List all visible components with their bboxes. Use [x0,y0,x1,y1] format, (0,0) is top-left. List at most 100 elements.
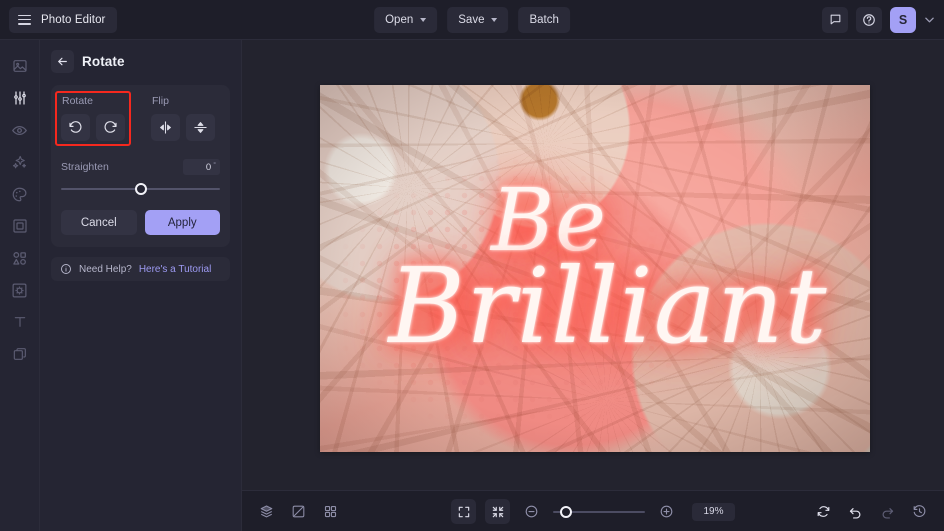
flip-group-label: Flip [152,95,169,107]
straighten-row: Straighten 0 ° [61,159,220,175]
rotate-left-button[interactable] [61,114,90,141]
reset-icon [817,505,830,517]
undo-icon [849,507,861,519]
rotate-right-button[interactable] [96,114,125,141]
rotate-counterclockwise-icon [69,121,82,133]
actual-size-button[interactable] [485,499,510,524]
undo-button[interactable] [843,499,868,524]
plus-circle-icon [660,505,673,518]
zoom-level-field[interactable]: 19% [692,502,735,521]
sidebar-item-layers[interactable] [0,338,40,370]
arrow-left-icon [58,57,67,66]
photo-vignette [320,85,870,452]
tutorial-text: Need Help? [79,263,132,275]
bottombar-right [811,499,932,524]
sidebar-item-overlay[interactable] [0,274,40,306]
batch-button-label: Batch [529,14,559,26]
chat-bubble-icon [830,14,840,25]
info-circle-icon [61,264,71,274]
flip-vertical-button[interactable] [186,114,215,141]
straighten-value: 0 [205,161,212,173]
image-icon [12,60,27,72]
compare-button[interactable] [286,499,311,524]
open-button[interactable]: Open [374,7,438,33]
history-icon [913,504,926,517]
question-circle-icon [863,13,875,26]
fit-screen-button[interactable] [451,499,476,524]
zoom-slider-knob[interactable] [560,505,573,518]
sidebar-item-text[interactable] [0,306,40,338]
topbar-left: Photo Editor [0,6,117,33]
save-button-label: Save [458,14,485,26]
rotate-card: Rotate Flip Straighten 0 ° Cancel Apply [51,85,230,247]
tutorial-banner[interactable]: Need Help? Here's a Tutorial [51,257,230,281]
compare-icon [292,505,305,517]
sidebar-item-shapes[interactable] [0,242,40,274]
grid-button[interactable] [318,499,343,524]
flip-buttons [151,114,215,141]
photo-editor-app: Photo Editor Open Save Batch S Rotate Ro… [0,0,944,531]
sparkles-icon [12,155,27,168]
rotate-group: Rotate [55,91,131,146]
redo-icon [882,507,894,519]
reset-button[interactable] [811,499,836,524]
straighten-value-field[interactable]: 0 ° [183,159,220,175]
back-button[interactable] [51,50,74,73]
sidebar-item-effects[interactable] [0,146,40,178]
frame-icon [12,219,27,233]
bottombar-center: 19% [451,491,735,531]
sidebar-item-frames[interactable] [0,210,40,242]
palette-icon [12,187,27,201]
hamburger-icon [18,14,31,25]
topbar-center-actions: Open Save Batch [374,0,570,40]
straighten-slider-knob[interactable] [134,183,147,195]
layers-button[interactable] [254,499,279,524]
tool-rail [0,40,40,531]
history-button[interactable] [907,499,932,524]
flip-horizontal-icon [160,121,171,134]
shapes-icon [13,251,26,265]
rotate-buttons [61,114,125,141]
editor-body: Rotate Rotate Flip Straighten 0 ° Cancel… [0,40,944,531]
redo-button[interactable] [875,499,900,524]
rotate-clockwise-icon [104,121,117,133]
grid-icon [324,505,337,517]
avatar[interactable]: S [890,6,916,33]
sidebar-item-eye[interactable] [0,114,40,146]
top-toolbar: Photo Editor Open Save Batch S [0,0,944,40]
account-menu-button[interactable] [924,17,934,23]
chevron-down-icon [925,17,934,22]
tutorial-link[interactable]: Here's a Tutorial [139,264,212,275]
feedback-button[interactable] [822,6,848,33]
chevron-down-icon [491,18,498,22]
transform-tools-row: Rotate Flip [55,91,220,146]
fit-screen-icon [458,506,469,517]
text-t-icon [14,317,25,327]
cancel-button[interactable]: Cancel [61,210,137,235]
panel-header: Rotate [51,50,230,73]
apply-button[interactable]: Apply [144,210,220,235]
shrink-icon [492,506,503,517]
help-button[interactable] [856,6,882,33]
sidebar-item-image[interactable] [0,50,40,82]
straighten-slider[interactable] [61,182,220,196]
straighten-unit: ° [213,161,216,169]
save-button[interactable]: Save [447,7,509,33]
sliders-icon [13,91,26,105]
batch-button[interactable]: Batch [518,7,570,33]
zoom-slider[interactable] [553,505,645,519]
app-title: Photo Editor [41,13,106,26]
sidebar-item-retouch[interactable] [0,178,40,210]
brand-menu-button[interactable]: Photo Editor [9,6,117,33]
topbar-right: S [822,6,944,33]
chevron-down-icon [420,18,427,22]
photo-canvas[interactable]: Be Brilliant [320,85,870,452]
panel-actions: Cancel Apply [61,210,220,235]
zoom-in-button[interactable] [654,499,679,524]
texture-icon [12,283,27,297]
flip-horizontal-button[interactable] [151,114,180,141]
zoom-out-button[interactable] [519,499,544,524]
sidebar-item-adjust[interactable] [0,82,40,114]
minus-circle-icon [525,505,538,518]
canvas-stage[interactable]: Be Brilliant [242,40,944,490]
